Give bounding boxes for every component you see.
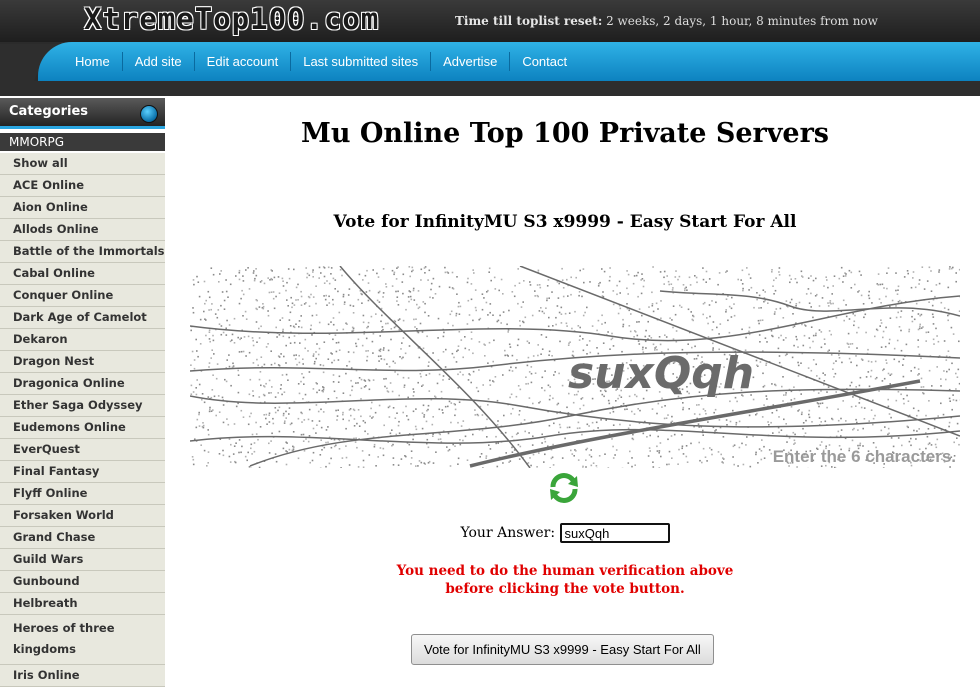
nav-add-site[interactable]: Add site [122,52,194,71]
sidebar-item-flyff-online[interactable]: Flyff Online [0,483,165,505]
nav-contact[interactable]: Contact [509,52,579,71]
reset-timer: Time till toplist reset: 2 weeks, 2 days… [455,14,878,28]
main-content: Mu Online Top 100 Private Servers Vote f… [165,96,980,683]
warning-line-1: You need to do the human verification ab… [165,562,965,580]
sidebar-item-everquest[interactable]: EverQuest [0,439,165,461]
sidebar-item-ether-saga-odyssey[interactable]: Ether Saga Odyssey [0,395,165,417]
sidebar-item-guild-wars[interactable]: Guild Wars [0,549,165,571]
refresh-captcha-icon[interactable] [547,471,581,505]
sidebar-item-forsaken-world[interactable]: Forsaken World [0,505,165,527]
globe-icon [140,105,158,123]
captcha-image: suxQqh Enter the 6 characters. [190,266,960,468]
vote-button[interactable]: Vote for InfinityMU S3 x9999 - Easy Star… [411,634,714,665]
site-header: XtremeTop100.com Time till toplist reset… [0,0,980,96]
category-list: Show all ACE Online Aion Online Allods O… [0,153,165,687]
main-nav: Home Add site Edit account Last submitte… [63,52,579,71]
page-title: Mu Online Top 100 Private Servers [165,118,965,149]
sidebar-item-heroes-of-three-kingdoms[interactable]: Heroes of three kingdoms [0,615,165,665]
nav-last-submitted-sites[interactable]: Last submitted sites [290,52,430,71]
sidebar-item-iris-online[interactable]: Iris Online [0,665,165,687]
nav-advertise[interactable]: Advertise [430,52,509,71]
sidebar-item-conquer-online[interactable]: Conquer Online [0,285,165,307]
sidebar-item-show-all[interactable]: Show all [0,153,165,175]
sidebar-item-eudemons-online[interactable]: Eudemons Online [0,417,165,439]
captcha-answer-input[interactable] [560,523,670,543]
header-bottom-bar [0,81,980,96]
sidebar-item-allods-online[interactable]: Allods Online [0,219,165,241]
nav-home[interactable]: Home [63,52,122,71]
sidebar-item-battle-of-the-immortals[interactable]: Battle of the Immortals [0,241,165,263]
captcha-text: suxQqh [568,348,754,399]
answer-label: Your Answer: [460,525,555,541]
categories-header: Categories [0,98,165,129]
vote-heading: Vote for InfinityMU S3 x9999 - Easy Star… [165,212,965,232]
verification-warning: You need to do the human verification ab… [165,562,965,598]
warning-line-2: before clicking the vote button. [165,580,965,598]
reset-timer-value: 2 weeks, 2 days, 1 hour, 8 minutes from … [606,14,878,28]
site-logo[interactable]: XtremeTop100.com [84,2,379,36]
sidebar-item-dragonica-online[interactable]: Dragonica Online [0,373,165,395]
sidebar-item-dark-age-of-camelot[interactable]: Dark Age of Camelot [0,307,165,329]
category-section-label: MMORPG [0,135,64,149]
sidebar-item-grand-chase[interactable]: Grand Chase [0,527,165,549]
sidebar-item-dekaron[interactable]: Dekaron [0,329,165,351]
sidebar-item-gunbound[interactable]: Gunbound [0,571,165,593]
sidebar-item-cabal-online[interactable]: Cabal Online [0,263,165,285]
captcha-hint: Enter the 6 characters. [773,447,956,466]
categories-title: Categories [9,104,88,119]
sidebar-item-helbreath[interactable]: Helbreath [0,593,165,615]
sidebar-item-dragon-nest[interactable]: Dragon Nest [0,351,165,373]
sidebar: Categories MMORPG Show all ACE Online Ai… [0,96,165,683]
answer-row: Your Answer: [165,523,965,543]
nav-edit-account[interactable]: Edit account [194,52,291,71]
sidebar-item-ace-online[interactable]: ACE Online [0,175,165,197]
sidebar-item-aion-online[interactable]: Aion Online [0,197,165,219]
reset-timer-label: Time till toplist reset: [455,14,602,28]
sidebar-item-final-fantasy[interactable]: Final Fantasy [0,461,165,483]
category-section-mmorpg[interactable]: MMORPG [0,133,165,151]
